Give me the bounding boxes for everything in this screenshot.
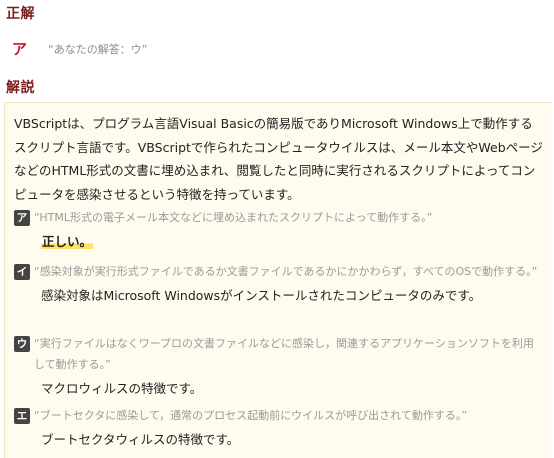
choice-a-quote: “HTML形式の電子メール本文などに埋め込まれたスクリプトによって動作する。” bbox=[34, 211, 433, 224]
choice-i-comment: 感染対象はMicrosoft Windowsがインストールされたコンピュータのみ… bbox=[41, 288, 482, 303]
explanation-intro: VBScriptは、プログラム言語Visual Basicの簡易版でありMicr… bbox=[14, 116, 543, 202]
choice-u-badge: ウ bbox=[14, 336, 30, 352]
choice-a-comment: 正しい。 bbox=[41, 234, 94, 249]
choice-u-quote: “実行ファイルはなくワープロの文書ファイルなどに感染し，関連するアプリケーション… bbox=[34, 337, 534, 371]
answer-heading: 正解 bbox=[6, 6, 35, 22]
explanation-heading: 解説 bbox=[6, 80, 35, 96]
choice-e-quote: “ブートセクタに感染して，通常のプロセス起動前にウイルスが呼び出されて動作する。… bbox=[34, 409, 468, 422]
choice-e-comment: ブートセクタウィルスの特徴です。 bbox=[41, 432, 240, 447]
choice-i-quote: “感染対象が実行形式ファイルであるか文書ファイルであるかにかかわらず，すべてのO… bbox=[34, 265, 538, 278]
explanation-box: VBScriptは、プログラム言語Visual Basicの簡易版でありMicr… bbox=[4, 102, 552, 458]
choice-e: エ “ブートセクタに感染して，通常のプロセス起動前にウイルスが呼び出されて動作す… bbox=[14, 405, 544, 450]
correct-answer: ア bbox=[12, 40, 28, 58]
choice-a: ア “HTML形式の電子メール本文などに埋め込まれたスクリプトによって動作する。… bbox=[14, 207, 544, 252]
choice-u-comment: マクロウィルスの特徴です。 bbox=[41, 381, 203, 396]
choice-i: イ “感染対象が実行形式ファイルであるか文書ファイルであるかにかかわらず，すべて… bbox=[14, 261, 544, 306]
choice-i-badge: イ bbox=[14, 264, 30, 280]
your-answer: “あなたの解答：ウ” bbox=[48, 42, 148, 56]
choice-u: ウ “実行ファイルはなくワープロの文書ファイルなどに感染し，関連するアプリケーシ… bbox=[14, 333, 544, 399]
choice-a-badge: ア bbox=[14, 210, 30, 226]
choice-e-badge: エ bbox=[14, 408, 30, 424]
answer-row: ア “あなたの解答：ウ” bbox=[12, 38, 147, 59]
answer-page: 正解 ア “あなたの解答：ウ” 解説 VBScriptは、プログラム言語Visu… bbox=[0, 0, 554, 458]
